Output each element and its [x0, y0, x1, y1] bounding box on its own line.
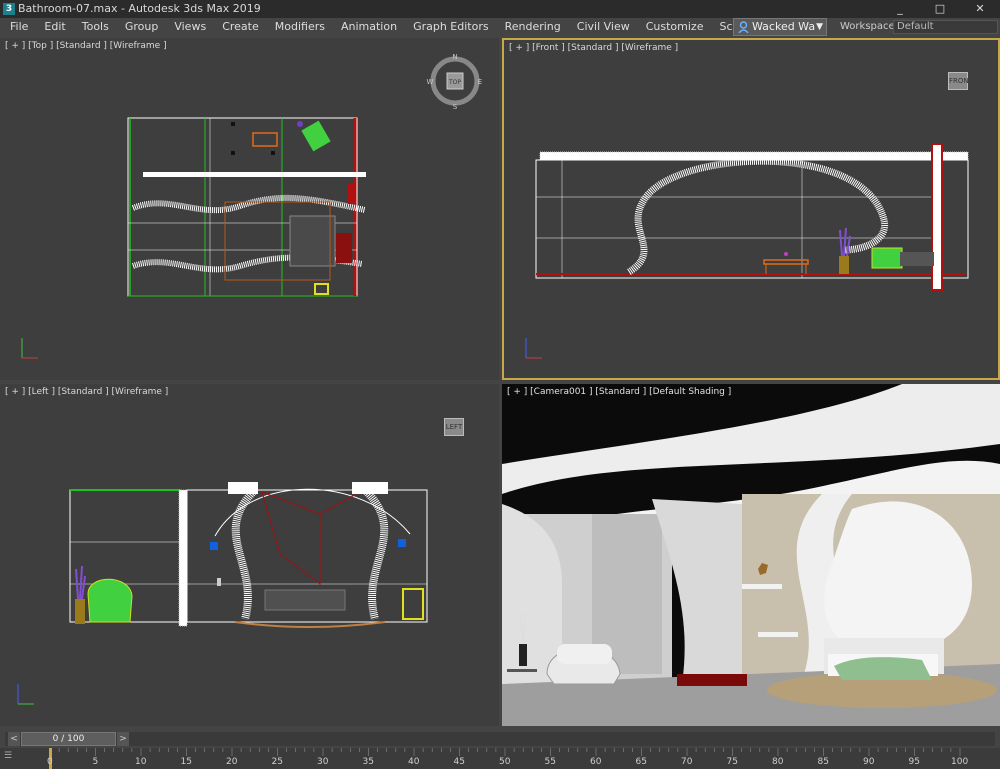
timeline: < 0 / 100 > ☰ 0 5 10 15 20 25 30 35 40 45 50 55 60 65…: [0, 729, 1000, 769]
timeline-tick-label: 25: [271, 757, 283, 767]
maximize-button[interactable]: □: [920, 0, 960, 18]
menu-customize[interactable]: Customize: [638, 18, 712, 36]
menu-rendering[interactable]: Rendering: [497, 18, 569, 36]
timeline-tick-label: 30: [317, 757, 329, 767]
viewport-top[interactable]: [ + ] [Top ] [Standard ] [Wireframe ] N …: [0, 38, 499, 380]
timeline-tick-label: 35: [362, 757, 374, 767]
timeline-tick-label: 45: [453, 757, 465, 767]
workspace-select[interactable]: Default: [893, 20, 998, 34]
timeline-tick-label: 10: [135, 757, 147, 767]
chevron-down-icon: ▼: [816, 22, 823, 32]
timeline-tick-label: 15: [180, 757, 192, 767]
timeline-tick-label: 60: [590, 757, 602, 767]
title-bar: 3 Bathroom-07.max - Autodesk 3ds Max 201…: [0, 0, 1000, 18]
compass-north: N: [452, 53, 457, 61]
compass-south: S: [453, 103, 458, 111]
menu-edit[interactable]: Edit: [36, 18, 73, 36]
viewport-left[interactable]: [ + ] [Left ] [Standard ] [Wireframe ] L…: [0, 384, 499, 726]
track-bar[interactable]: ☰ 0 5 10 15 20 25 30 35 40 45 50 55 60 65 70 75 80 85 90 95…: [0, 748, 1000, 769]
timeline-tick-label: 70: [681, 757, 693, 767]
camera-shaded-render: [502, 384, 1000, 726]
timeline-tick-label: 80: [772, 757, 784, 767]
viewcube-left[interactable]: LEFT: [444, 418, 464, 436]
timeline-tick-label: 50: [499, 757, 511, 767]
timeline-tick-label: 65: [635, 757, 647, 767]
3ds-max-logo-icon: 3: [3, 3, 15, 15]
viewport-label-camera[interactable]: [ + ] [Camera001 ] [Standard ] [Default …: [507, 387, 731, 397]
next-frame-button[interactable]: >: [117, 732, 129, 746]
menu-animation[interactable]: Animation: [333, 18, 405, 36]
timeline-tick-label: 75: [726, 757, 738, 767]
menu-civil-view[interactable]: Civil View: [569, 18, 638, 36]
viewport-front[interactable]: [ + ] [Front ] [Standard ] [Wireframe ] …: [502, 38, 1000, 380]
menu-create[interactable]: Create: [214, 18, 267, 36]
user-icon: [738, 21, 749, 33]
viewcube-compass[interactable]: N S W E TOP: [425, 51, 485, 111]
timeline-tick-label: 95: [908, 757, 920, 767]
window-controls: _ □ ✕: [880, 0, 1000, 18]
viewport-camera[interactable]: [ + ] [Camera001 ] [Standard ] [Default …: [502, 384, 1000, 726]
timeline-tick-label: 0: [47, 757, 53, 767]
menu-file[interactable]: File: [0, 18, 36, 36]
front-wireframe-drawing: [525, 143, 969, 359]
timeline-tick-label: 55: [544, 757, 556, 767]
timeline-tick-label: 90: [863, 757, 875, 767]
menu-modifiers[interactable]: Modifiers: [267, 18, 333, 36]
close-button[interactable]: ✕: [960, 0, 1000, 18]
window-title: Bathroom-07.max - Autodesk 3ds Max 2019: [18, 2, 261, 15]
menu-tools[interactable]: Tools: [74, 18, 117, 36]
prev-frame-button[interactable]: <: [8, 732, 20, 746]
menu-graph-editors[interactable]: Graph Editors: [405, 18, 497, 36]
user-account-dropdown[interactable]: Wacked Wa ▼: [733, 18, 827, 36]
compass-west: W: [427, 78, 434, 86]
viewcube-top-label: TOP: [448, 79, 461, 86]
3ds-max-window: 3 Bathroom-07.max - Autodesk 3ds Max 201…: [0, 0, 1000, 769]
menu-group[interactable]: Group: [117, 18, 167, 36]
minimize-button[interactable]: _: [880, 0, 920, 18]
left-wireframe-drawing: [17, 482, 428, 705]
viewcube-front[interactable]: FRON: [948, 72, 969, 90]
timeline-tick-label: 40: [408, 757, 420, 767]
time-slider-track[interactable]: [5, 732, 995, 746]
menu-views[interactable]: Views: [166, 18, 214, 36]
time-slider[interactable]: 0 / 100: [21, 732, 116, 746]
compass-east: E: [478, 78, 482, 86]
timeline-tick-label: 100: [951, 757, 969, 767]
timeline-tick-label: 5: [92, 757, 99, 767]
user-name: Wacked Wa: [752, 20, 816, 33]
timeline-tick-label: 85: [817, 757, 829, 767]
timeline-tick-label: 20: [226, 757, 238, 767]
